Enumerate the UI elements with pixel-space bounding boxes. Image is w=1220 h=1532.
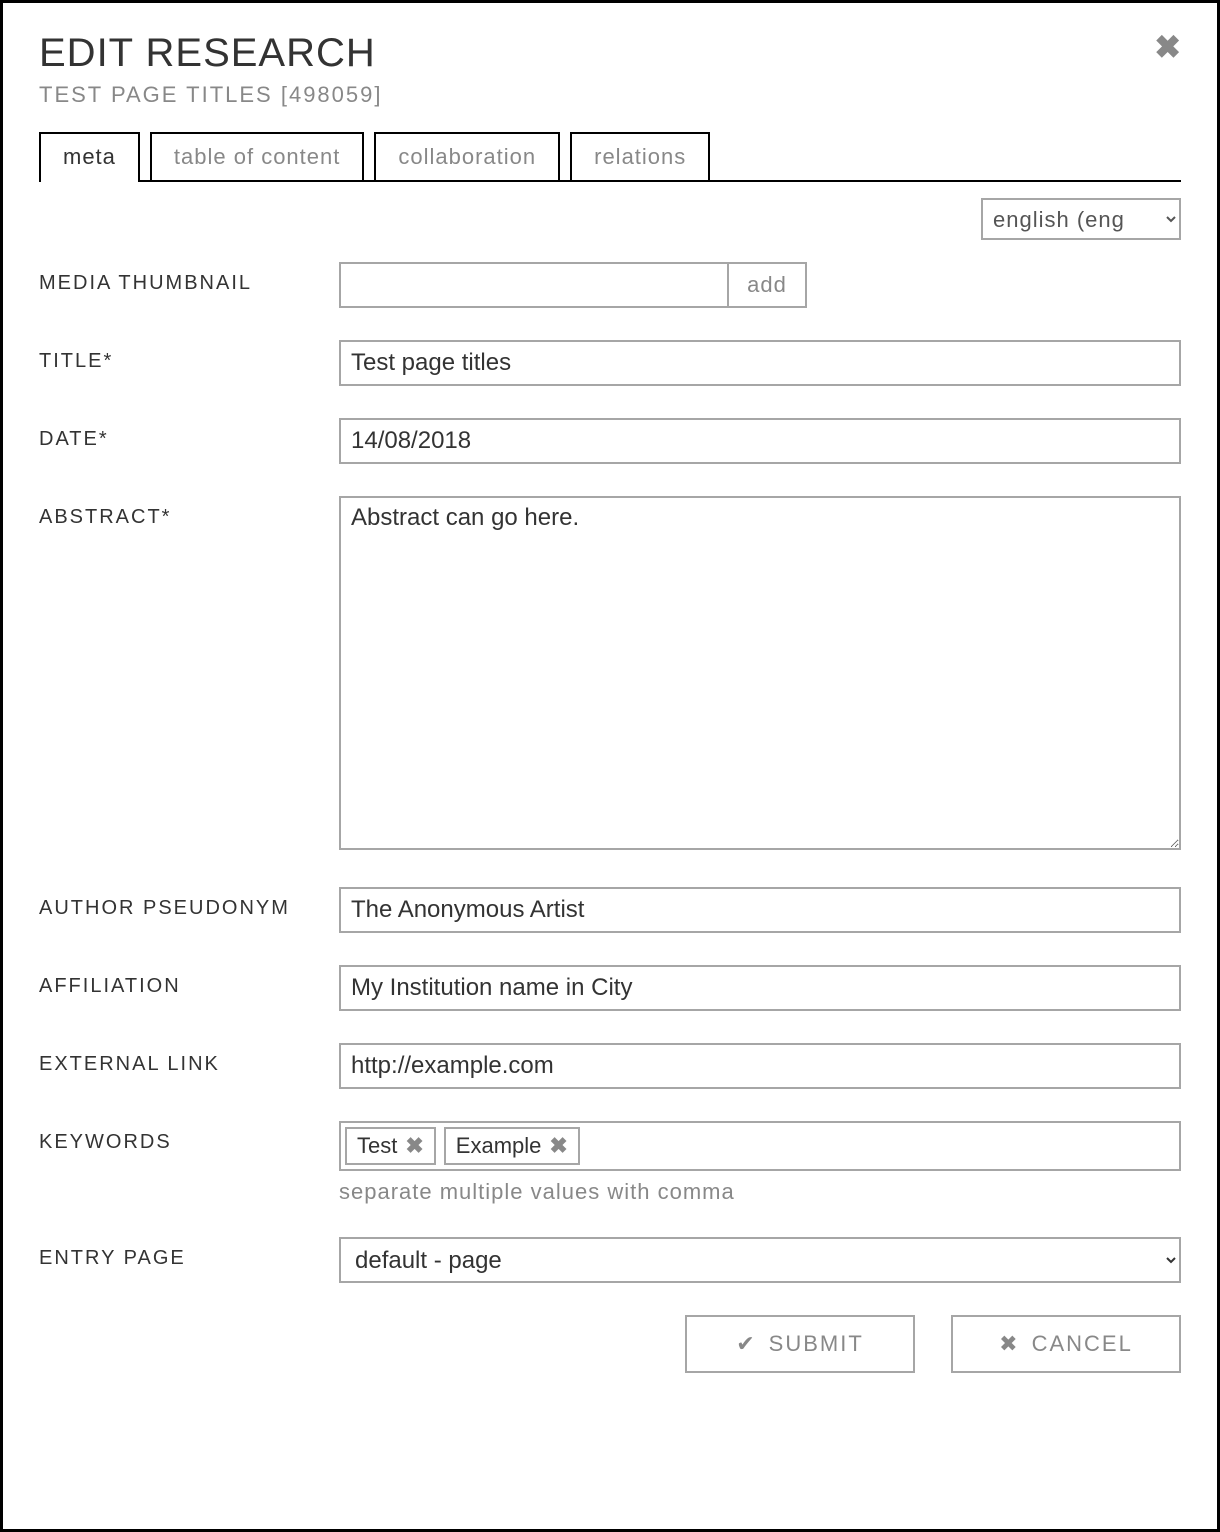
remove-keyword-icon[interactable]: ✖	[405, 1133, 423, 1159]
abstract-textarea[interactable]: Abstract can go here.	[339, 496, 1181, 850]
label-media-thumbnail: MEDIA THUMBNAIL	[39, 262, 339, 295]
close-icon[interactable]: ✖	[1154, 31, 1181, 63]
add-thumbnail-button[interactable]: add	[727, 262, 807, 308]
language-select[interactable]: english (eng	[981, 198, 1181, 240]
label-affiliation: AFFILIATION	[39, 965, 339, 998]
label-author-pseudonym: AUTHOR PSEUDONYM	[39, 887, 339, 920]
keyword-text: Test	[357, 1133, 397, 1159]
page-subtitle: TEST PAGE TITLES [498059]	[39, 82, 1181, 108]
date-input[interactable]	[339, 418, 1181, 464]
tabs: meta table of content collaboration rela…	[39, 132, 1181, 182]
cancel-label: CANCEL	[1032, 1331, 1133, 1357]
label-external-link: EXTERNAL LINK	[39, 1043, 339, 1076]
keywords-input[interactable]: Test ✖ Example ✖	[339, 1121, 1181, 1171]
author-pseudonym-input[interactable]	[339, 887, 1181, 933]
submit-button[interactable]: ✔ SUBMIT	[685, 1315, 915, 1373]
media-thumbnail-input[interactable]	[339, 262, 727, 308]
check-icon: ✔	[736, 1331, 756, 1357]
label-abstract: ABSTRACT*	[39, 496, 339, 529]
remove-keyword-icon[interactable]: ✖	[549, 1133, 567, 1159]
keyword-chip[interactable]: Example ✖	[444, 1127, 580, 1165]
x-icon: ✖	[999, 1331, 1019, 1357]
label-title: TITLE*	[39, 340, 339, 373]
tab-meta[interactable]: meta	[39, 132, 140, 180]
tab-collaboration[interactable]: collaboration	[374, 132, 560, 180]
external-link-input[interactable]	[339, 1043, 1181, 1089]
entry-page-select[interactable]: default - page	[339, 1237, 1181, 1283]
keyword-text: Example	[456, 1133, 542, 1159]
label-keywords: KEYWORDS	[39, 1121, 339, 1154]
affiliation-input[interactable]	[339, 965, 1181, 1011]
label-date: DATE*	[39, 418, 339, 451]
submit-label: SUBMIT	[769, 1331, 864, 1357]
cancel-button[interactable]: ✖ CANCEL	[951, 1315, 1181, 1373]
page-title: EDIT RESEARCH	[39, 31, 1181, 76]
tab-table-of-content[interactable]: table of content	[150, 132, 364, 180]
tab-relations[interactable]: relations	[570, 132, 710, 180]
label-entry-page: ENTRY PAGE	[39, 1237, 339, 1270]
title-input[interactable]	[339, 340, 1181, 386]
keywords-helper: separate multiple values with comma	[339, 1179, 1181, 1205]
keyword-chip[interactable]: Test ✖	[345, 1127, 436, 1165]
dialog-frame: ✖ EDIT RESEARCH TEST PAGE TITLES [498059…	[0, 0, 1220, 1532]
